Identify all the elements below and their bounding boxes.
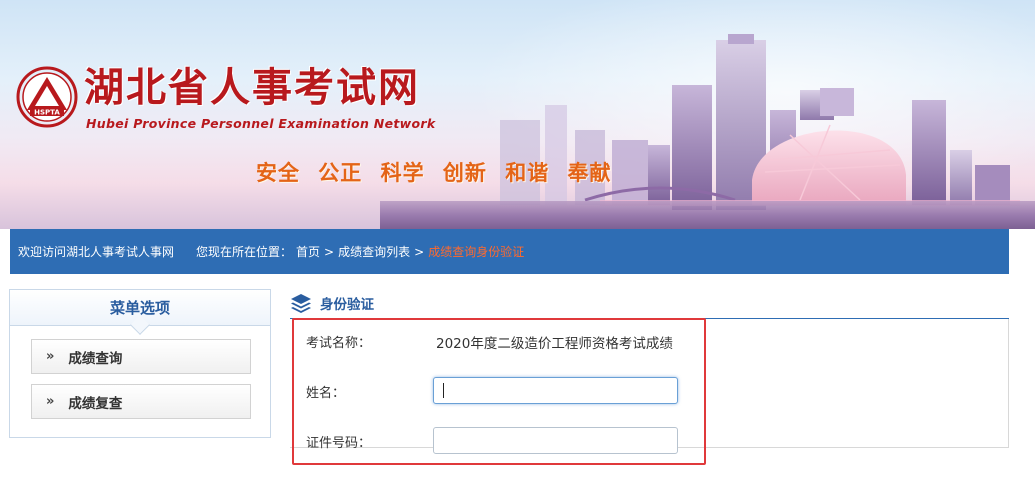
logo-text: HSPTA — [34, 109, 60, 117]
exam-name-label: 考试名称： — [306, 336, 372, 351]
section-divider — [290, 318, 1009, 319]
double-chevron-right-icon: » — [46, 349, 55, 364]
breadcrumb-current: 成绩查询身份验证 — [428, 245, 525, 259]
site-subtitle: Hubei Province Personnel Examination Net… — [86, 116, 436, 131]
top-nav-bar: 欢迎访问湖北人事考试人事网 您现在所在位置： 首页 > 成绩查询列表 > 成绩查… — [10, 229, 1009, 274]
name-input[interactable] — [433, 377, 678, 404]
layers-icon — [291, 294, 311, 313]
hspta-logo-icon: HSPTA — [16, 66, 78, 128]
sidebar-menu: 菜单选项 » 成绩查询 » 成绩复查 — [9, 289, 271, 438]
sidebar-item-score-query[interactable]: » 成绩查询 — [31, 339, 251, 374]
sidebar-title: 菜单选项 — [10, 290, 270, 335]
double-chevron-right-icon: » — [46, 394, 55, 409]
breadcrumb-home-link[interactable]: 首页 — [296, 243, 320, 260]
name-label: 姓名： — [306, 386, 346, 401]
breadcrumb-separator: > — [414, 244, 425, 259]
river-water — [380, 201, 1035, 229]
breadcrumb-score-list-link[interactable]: 成绩查询列表 — [338, 243, 410, 260]
section-title: 身份验证 — [320, 297, 374, 313]
id-number-input[interactable] — [433, 427, 678, 454]
sidebar-item-label: 成绩查询 — [68, 350, 123, 367]
section-header: 身份验证 — [290, 292, 374, 314]
welcome-text: 欢迎访问湖北人事考试人事网 — [18, 245, 175, 259]
slogan: 安全 公正 科学 创新 和谐 奉献 — [256, 160, 612, 185]
sidebar-title-notch — [130, 315, 150, 335]
text-caret — [443, 383, 444, 398]
breadcrumb-separator: > — [324, 244, 335, 259]
sidebar-item-label: 成绩复查 — [68, 395, 123, 412]
id-number-label: 证件号码： — [306, 436, 372, 451]
location-label: 您现在所在位置： — [196, 245, 293, 259]
header-banner: HSPTA 湖北省人事考试网 Hubei Province Personnel … — [0, 0, 1035, 229]
city-skyline-image — [500, 34, 1020, 210]
site-title: 湖北省人事考试网 — [84, 64, 420, 111]
sidebar-item-score-review[interactable]: » 成绩复查 — [31, 384, 251, 419]
exam-name-value: 2020年度二级造价工程师资格考试成绩 — [436, 336, 673, 352]
